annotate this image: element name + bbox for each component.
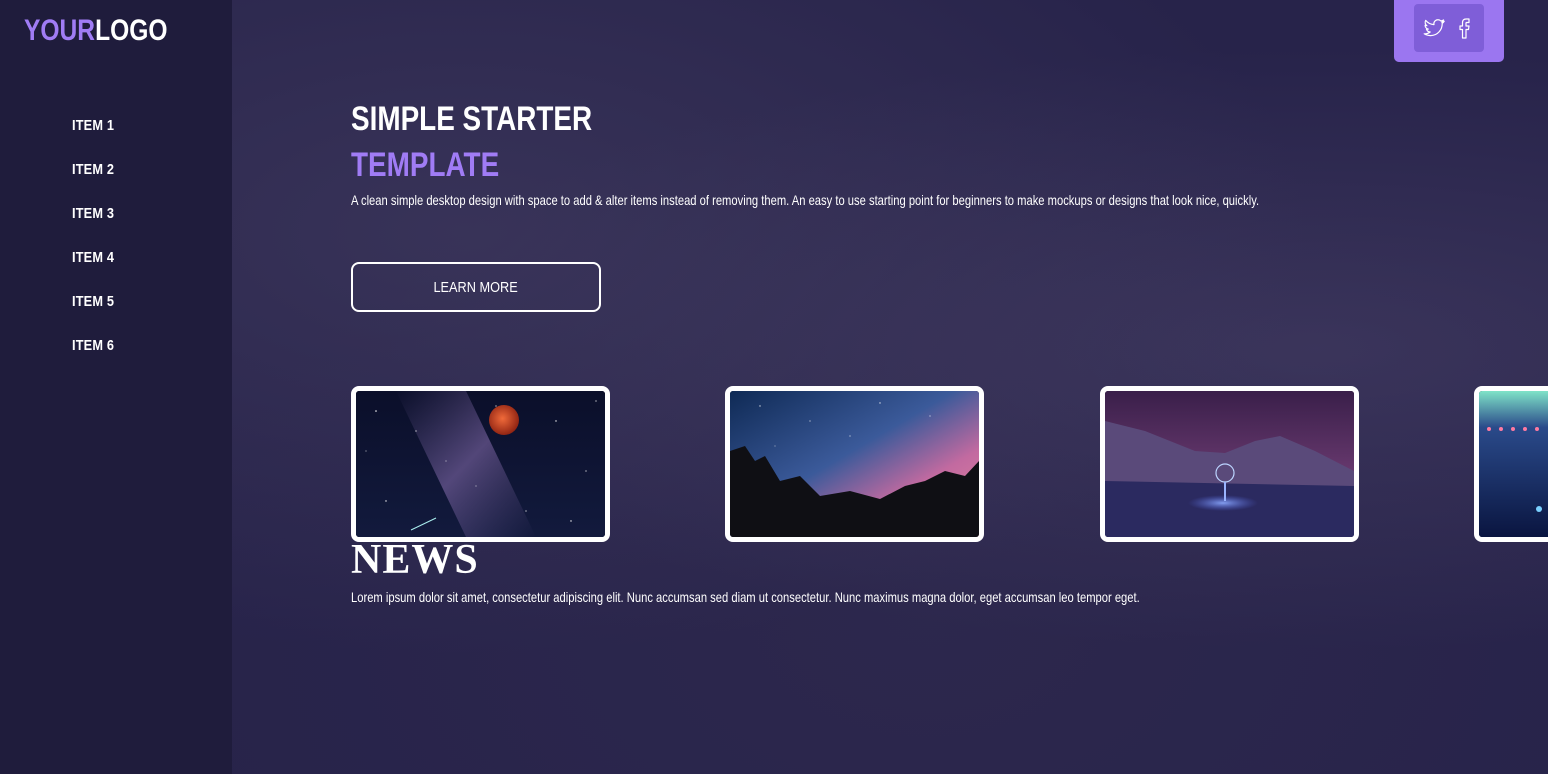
nav-item-5[interactable]: ITEM 5 bbox=[72, 293, 114, 337]
snowy-mountain-light-painting-image bbox=[1105, 391, 1354, 537]
hero-description: A clean simple desktop design with space… bbox=[351, 192, 1260, 208]
learn-more-label: LEARN MORE bbox=[433, 278, 519, 296]
news-title: NEWS bbox=[351, 537, 479, 583]
logo-accent: YOUR bbox=[24, 14, 96, 47]
news-text: Lorem ipsum dolor sit amet, consectetur … bbox=[351, 589, 1140, 605]
pink-sky-rocks-image bbox=[730, 391, 979, 537]
red-moon-milky-way-image bbox=[356, 391, 605, 537]
nav-item-3[interactable]: ITEM 3 bbox=[72, 205, 114, 249]
social-box bbox=[1394, 0, 1504, 62]
gallery-card-2[interactable] bbox=[725, 386, 984, 542]
sidebar-nav: ITEM 1 ITEM 2 ITEM 3 ITEM 4 ITEM 5 ITEM … bbox=[72, 117, 122, 381]
logo[interactable]: YOURLOGO bbox=[24, 14, 168, 48]
hero-title-line2: TEMPLATE bbox=[351, 146, 500, 184]
sidebar: YOURLOGO ITEM 1 ITEM 2 ITEM 3 ITEM 4 ITE… bbox=[0, 0, 232, 774]
nav-item-4[interactable]: ITEM 4 bbox=[72, 249, 114, 293]
page: YOURLOGO ITEM 1 ITEM 2 ITEM 3 ITEM 4 ITE… bbox=[0, 0, 1548, 774]
learn-more-button[interactable]: LEARN MORE bbox=[351, 262, 601, 312]
hero-title-line1: SIMPLE STARTER bbox=[351, 100, 593, 138]
twitter-icon[interactable] bbox=[1422, 16, 1446, 40]
gallery-card-3[interactable] bbox=[1100, 386, 1359, 542]
gallery-card-4[interactable] bbox=[1474, 386, 1548, 542]
facebook-icon[interactable] bbox=[1452, 16, 1476, 40]
neon-lights-image bbox=[1479, 391, 1548, 537]
nav-item-1[interactable]: ITEM 1 bbox=[72, 117, 114, 161]
gallery-card-1[interactable] bbox=[351, 386, 610, 542]
nav-item-2[interactable]: ITEM 2 bbox=[72, 161, 114, 205]
logo-plain: LOGO bbox=[95, 14, 168, 47]
nav-item-6[interactable]: ITEM 6 bbox=[72, 337, 114, 381]
social-links bbox=[1414, 4, 1484, 52]
